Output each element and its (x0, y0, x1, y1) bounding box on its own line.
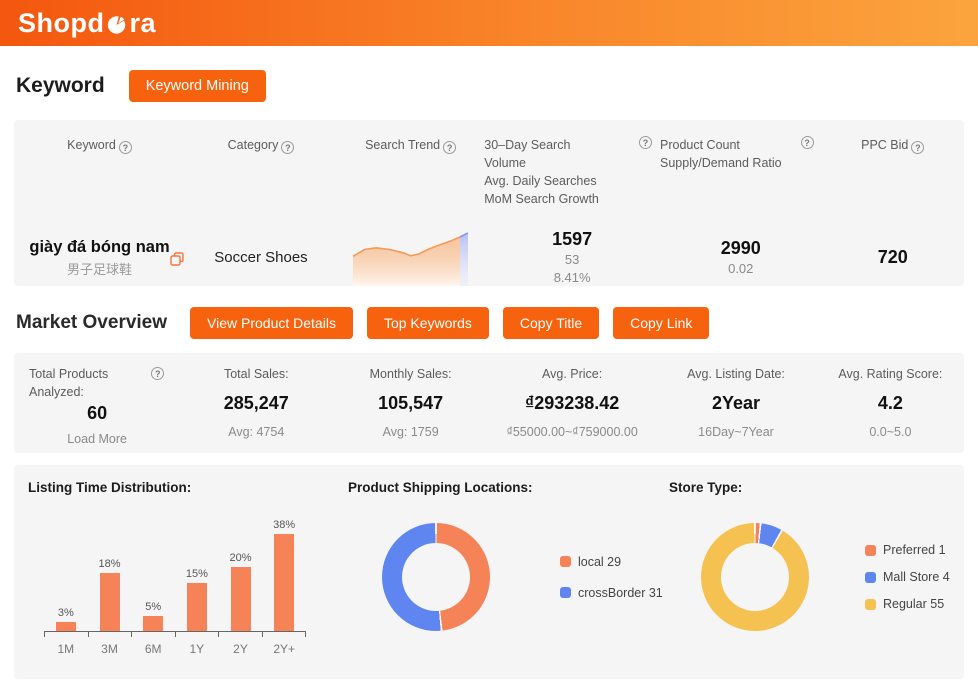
store-type-title: Store Type: (669, 480, 743, 495)
avg-rating-range: 0.0~5.0 (869, 424, 912, 439)
total-sales-avg: Avg: 4754 (228, 424, 285, 439)
ppc-bid-value: 720 (877, 247, 908, 268)
market-overview-title: Market Overview (16, 312, 168, 333)
listing-time-chart: Listing Time Distribution: 3% 18% 5% 15% 20%… (14, 480, 332, 679)
monthly-sales-value: 105,547 (378, 392, 444, 413)
store-type-chart: Store Type: Preferred 1 Mall Store 4 Reg… (666, 480, 950, 679)
bar-3M[interactable]: 18% (88, 558, 132, 631)
keyword-title: Keyword (16, 74, 105, 97)
copy-title-button[interactable]: Copy Title (502, 307, 600, 339)
keyword-translation: 男子足球鞋 (66, 262, 132, 278)
total-products-value: 60 (87, 403, 108, 423)
supply-demand-ratio-value: 0.02 (728, 260, 754, 276)
view-product-details-button[interactable]: View Product Details (190, 307, 353, 339)
shipping-locations-legend: local 29 crossBorder 31 (560, 555, 663, 600)
keyword-cell: giày đá bóng nam 男子足球鞋 (14, 237, 185, 279)
keyword-section-header: Keyword Keyword Mining (0, 46, 978, 120)
avg-rating-value: 4.2 (877, 392, 903, 413)
avg-listing-date-range: 16Day~7Year (698, 424, 774, 439)
local-swatch (560, 556, 571, 567)
load-more-link[interactable]: Load More (14, 432, 180, 446)
avg-daily-searches-value: 53 (564, 251, 580, 267)
keyword-table-row[interactable]: giày đá bóng nam 男子足球鞋 Soccer Shoes 1597… (14, 229, 964, 287)
col-header-search-volume: ? 30–Day Search Volume Avg. Daily Search… (484, 136, 660, 209)
col-header-search-trend: Search Trend? (337, 136, 484, 209)
bar-2Y+[interactable]: 38% (262, 519, 306, 631)
col-header-product-count: ? Product Count Supply/Demand Ratio (660, 136, 822, 209)
mom-growth-value: 8.41% (553, 270, 591, 286)
legend-item-preferred[interactable]: Preferred 1 (865, 543, 950, 557)
listing-time-bar-chart: 3% 18% 5% 15% 20% 38% 1M 3M 6M 1Y 2Y 2Y+ (44, 503, 306, 656)
top-keywords-button[interactable]: Top Keywords (366, 307, 489, 339)
legend-item-mall-store[interactable]: Mall Store 4 (865, 570, 950, 584)
keyword-mining-button[interactable]: Keyword Mining (128, 70, 266, 102)
legend-item-regular[interactable]: Regular 55 (865, 597, 950, 611)
store-type-legend: Preferred 1 Mall Store 4 Regular 55 (865, 543, 950, 611)
help-icon[interactable]: ? (639, 136, 652, 149)
category-cell: Soccer Shoes (214, 249, 308, 267)
search-volume-cell: 1597 53 8.41% (484, 229, 660, 287)
product-count-cell: 2990 0.02 (660, 238, 822, 278)
stat-avg-rating: Avg. Rating Score: 4.2 0.0~5.0 (817, 366, 964, 453)
shipping-locations-donut[interactable] (382, 523, 490, 631)
shopdora-logo[interactable]: Shopd ra (18, 8, 156, 39)
top-bar: Shopd ra (0, 0, 978, 46)
bar-2Y[interactable]: 20% (219, 552, 263, 631)
help-icon[interactable]: ? (443, 141, 457, 154)
ppc-bid-cell: 720 (822, 247, 965, 268)
stat-monthly-sales: Monthly Sales: 105,547 Avg: 1759 (332, 366, 489, 453)
search-trend-sparkline (353, 229, 469, 287)
bar-6M[interactable]: 5% (131, 601, 175, 631)
logo-text-post: ra (129, 7, 157, 38)
x-axis-labels: 1M 3M 6M 1Y 2Y 2Y+ (57, 642, 296, 656)
product-count-value: 2990 (720, 237, 761, 258)
keyword-table-header: Keyword? Category? Search Trend? ? 30–Da… (14, 136, 964, 209)
col-header-ppc-bid: PPC Bid? (822, 136, 965, 209)
market-stats-panel: ? Total Products Analyzed: 60 Load More … (14, 353, 964, 453)
pie-logo-icon (108, 16, 126, 34)
legend-item-crossborder[interactable]: crossBorder 31 (560, 586, 663, 600)
shipping-locations-title: Product Shipping Locations: (348, 480, 533, 495)
stat-avg-listing-date: Avg. Listing Date: 2Year 16Day~7Year (655, 366, 817, 453)
avg-price-value: ₫293238.42 (524, 392, 620, 413)
legend-item-local[interactable]: local 29 (560, 555, 663, 569)
keyword-table-panel: Keyword? Category? Search Trend? ? 30–Da… (14, 120, 964, 287)
help-icon[interactable]: ? (800, 136, 814, 149)
mall-store-swatch (865, 571, 876, 583)
search-trend-cell (337, 229, 484, 287)
stat-avg-price: Avg. Price: ₫293238.42 ₫55000.00~₫759000… (489, 366, 655, 453)
help-icon[interactable]: ? (118, 141, 132, 154)
monthly-sales-avg: Avg: 1759 (382, 424, 439, 439)
help-icon[interactable]: ? (911, 141, 925, 154)
bar-1Y[interactable]: 15% (175, 568, 219, 631)
avg-price-range: ₫55000.00~₫759000.00 (506, 424, 638, 439)
help-icon[interactable]: ? (281, 141, 295, 154)
copy-link-button[interactable]: Copy Link (613, 307, 710, 339)
charts-panel: Listing Time Distribution: 3% 18% 5% 15% 20%… (14, 465, 964, 679)
store-type-donut[interactable] (701, 523, 809, 631)
x-axis (44, 631, 306, 637)
bar-1M[interactable]: 3% (44, 607, 88, 631)
total-sales-value: 285,247 (223, 392, 289, 413)
market-overview-header: Market Overview View Product Details Top… (0, 286, 978, 353)
crossborder-swatch (560, 587, 571, 598)
keyword-text: giày đá bóng nam (29, 237, 170, 256)
stat-total-sales: Total Sales: 285,247 Avg: 4754 (180, 366, 332, 453)
copy-icon[interactable] (169, 251, 185, 267)
listing-time-chart-title: Listing Time Distribution: (28, 480, 192, 495)
col-header-keyword: Keyword? (14, 136, 185, 209)
stat-total-products: ? Total Products Analyzed: 60 Load More (14, 366, 180, 453)
preferred-swatch (865, 544, 876, 556)
avg-listing-date-value: 2Year (711, 392, 761, 413)
shipping-locations-chart: Product Shipping Locations: local 29 cro… (332, 480, 666, 679)
regular-swatch (865, 598, 876, 610)
col-header-category: Category? (185, 136, 337, 209)
logo-text-pre: Shopd (18, 7, 105, 38)
search-volume-value: 1597 (552, 228, 593, 249)
